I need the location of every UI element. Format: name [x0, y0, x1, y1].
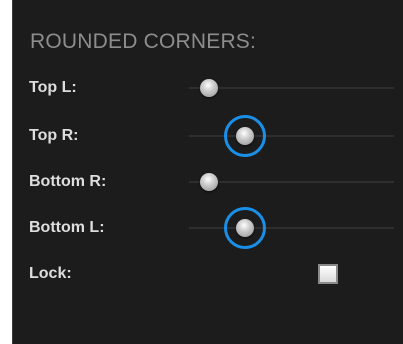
- slider-thumb[interactable]: [200, 173, 218, 191]
- slider-track: [189, 135, 394, 137]
- bottom-right-row: Bottom R:: [13, 162, 403, 202]
- bottom-left-label: Bottom L:: [29, 219, 105, 236]
- top-left-slider[interactable]: [189, 73, 394, 103]
- bottom-right-slider[interactable]: [189, 167, 394, 197]
- slider-thumb[interactable]: [236, 219, 255, 237]
- slider-thumb[interactable]: [200, 79, 218, 97]
- lock-checkbox[interactable]: [318, 264, 338, 284]
- top-right-row: Top R:: [13, 115, 403, 157]
- bottom-left-slider[interactable]: [189, 207, 394, 249]
- top-left-label: Top L:: [29, 79, 77, 96]
- panel-title: ROUNDED CORNERS:: [30, 30, 257, 53]
- top-right-label: Top R:: [29, 127, 79, 144]
- top-left-row: Top L:: [13, 68, 403, 108]
- slider-track: [189, 227, 394, 229]
- rounded-corners-panel: ROUNDED CORNERS: Top L: Top R: Bottom R:…: [12, 0, 403, 344]
- lock-label: Lock:: [29, 265, 72, 282]
- slider-track: [189, 87, 394, 89]
- bottom-right-label: Bottom R:: [29, 173, 107, 190]
- slider-track: [189, 181, 394, 183]
- lock-row: Lock:: [13, 254, 403, 294]
- slider-thumb[interactable]: [236, 127, 255, 145]
- top-right-slider[interactable]: [189, 115, 394, 157]
- bottom-left-row: Bottom L:: [13, 207, 403, 249]
